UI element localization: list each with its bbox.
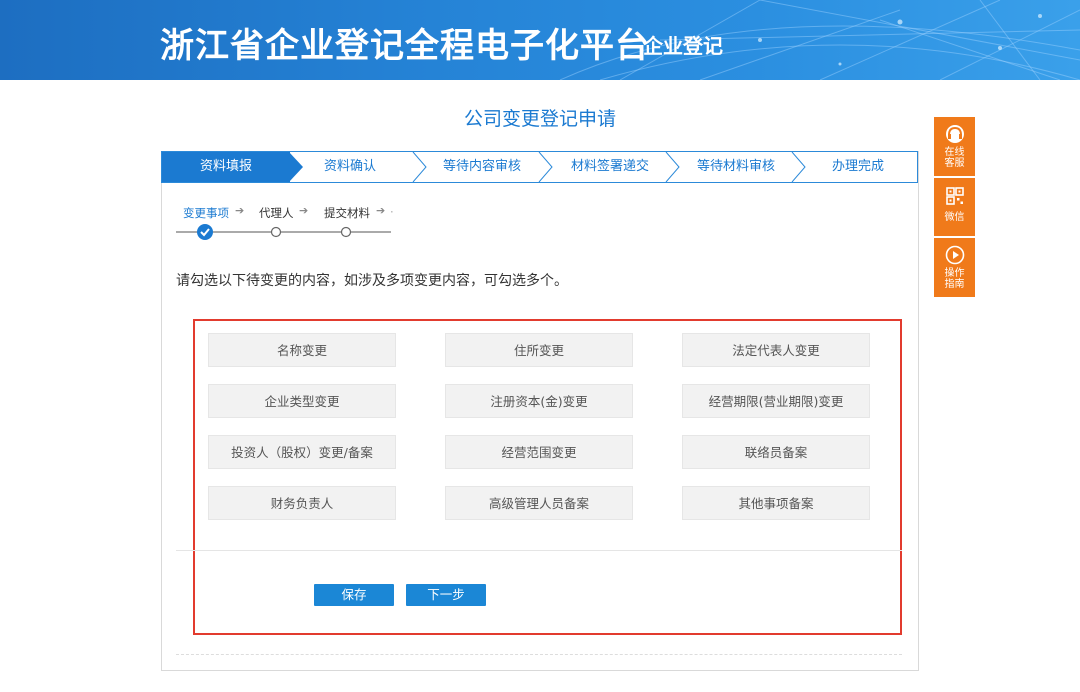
arrow-right-icon: ➔ [299,204,309,217]
option-investor-equity-change[interactable]: 投资人（股权）变更/备案 [208,435,396,469]
step-label: 材料签署递交 [570,159,649,174]
step-label: 办理完成 [831,159,884,174]
option-legal-rep-change[interactable]: 法定代表人变更 [682,333,870,367]
substep-submit-materials[interactable]: 提交材料 [324,205,370,221]
header-banner: 浙江省企业登记全程电子化平台 – 企业登记 [0,0,1080,80]
guide-label-line1: 操作 [944,268,965,279]
next-step-button[interactable]: 下一步 [406,584,486,606]
progress-steps: 资料填报 资料确认 等待内容审核 材料签署递交 等待材料审核 办理完成 [161,151,918,183]
service-label-line2: 客服 [944,158,965,169]
step-material-review: 等待材料审核 [674,152,798,182]
step-content-review: 等待内容审核 [422,152,542,182]
option-senior-management-filing[interactable]: 高级管理人员备案 [445,486,633,520]
option-business-term-change[interactable]: 经营期限(营业期限)变更 [682,384,870,418]
guide-label-line2: 指南 [944,279,965,290]
wechat-label: 微信 [944,212,965,223]
dashed-divider [176,654,902,655]
substep-more-dot: · [390,205,394,219]
substep-change-items[interactable]: 变更事项 [183,205,229,221]
service-label-line1: 在线 [944,147,965,158]
step-complete: 办理完成 [798,152,918,182]
headset-icon [945,125,964,143]
online-service-button[interactable]: 在线 客服 [934,117,975,176]
page-title: 公司变更登记申请 [463,108,616,130]
arrow-right-icon: ➔ [235,204,245,217]
option-liaison-filing[interactable]: 联络员备案 [682,435,870,469]
platform-subtitle: – 企业登记 [626,34,723,58]
step-label: 等待材料审核 [696,159,775,174]
step-sign-submit: 材料签署递交 [548,152,672,182]
option-name-change[interactable]: 名称变更 [208,333,396,367]
save-button[interactable]: 保存 [314,584,394,606]
play-circle-icon [945,245,964,265]
step-confirm-info: 资料确认 [290,152,410,182]
step-fill-info: 资料填报 [162,152,290,182]
option-other-filing[interactable]: 其他事项备案 [682,486,870,520]
option-registered-capital-change[interactable]: 注册资本(金)变更 [445,384,633,418]
operation-guide-button[interactable]: 操作 指南 [934,238,975,297]
platform-title: 浙江省企业登记全程电子化平台 [160,26,650,66]
option-finance-officer[interactable]: 财务负责人 [208,486,396,520]
step-label: 等待内容审核 [442,159,521,174]
arrow-right-icon: ➔ [376,204,386,217]
substep-agent[interactable]: 代理人 [259,205,294,221]
substep-progress-track [176,224,391,240]
option-business-scope-change[interactable]: 经营范围变更 [445,435,633,469]
qr-code-icon [945,187,964,205]
instruction-text: 请勾选以下待变更的内容，如涉及多项变更内容，可勾选多个。 [176,273,568,289]
wechat-button[interactable]: 微信 [934,178,975,236]
step-label: 资料确认 [323,159,376,174]
step-label: 资料填报 [199,159,252,174]
option-enterprise-type-change[interactable]: 企业类型变更 [208,384,396,418]
option-address-change[interactable]: 住所变更 [445,333,633,367]
divider [176,550,902,551]
